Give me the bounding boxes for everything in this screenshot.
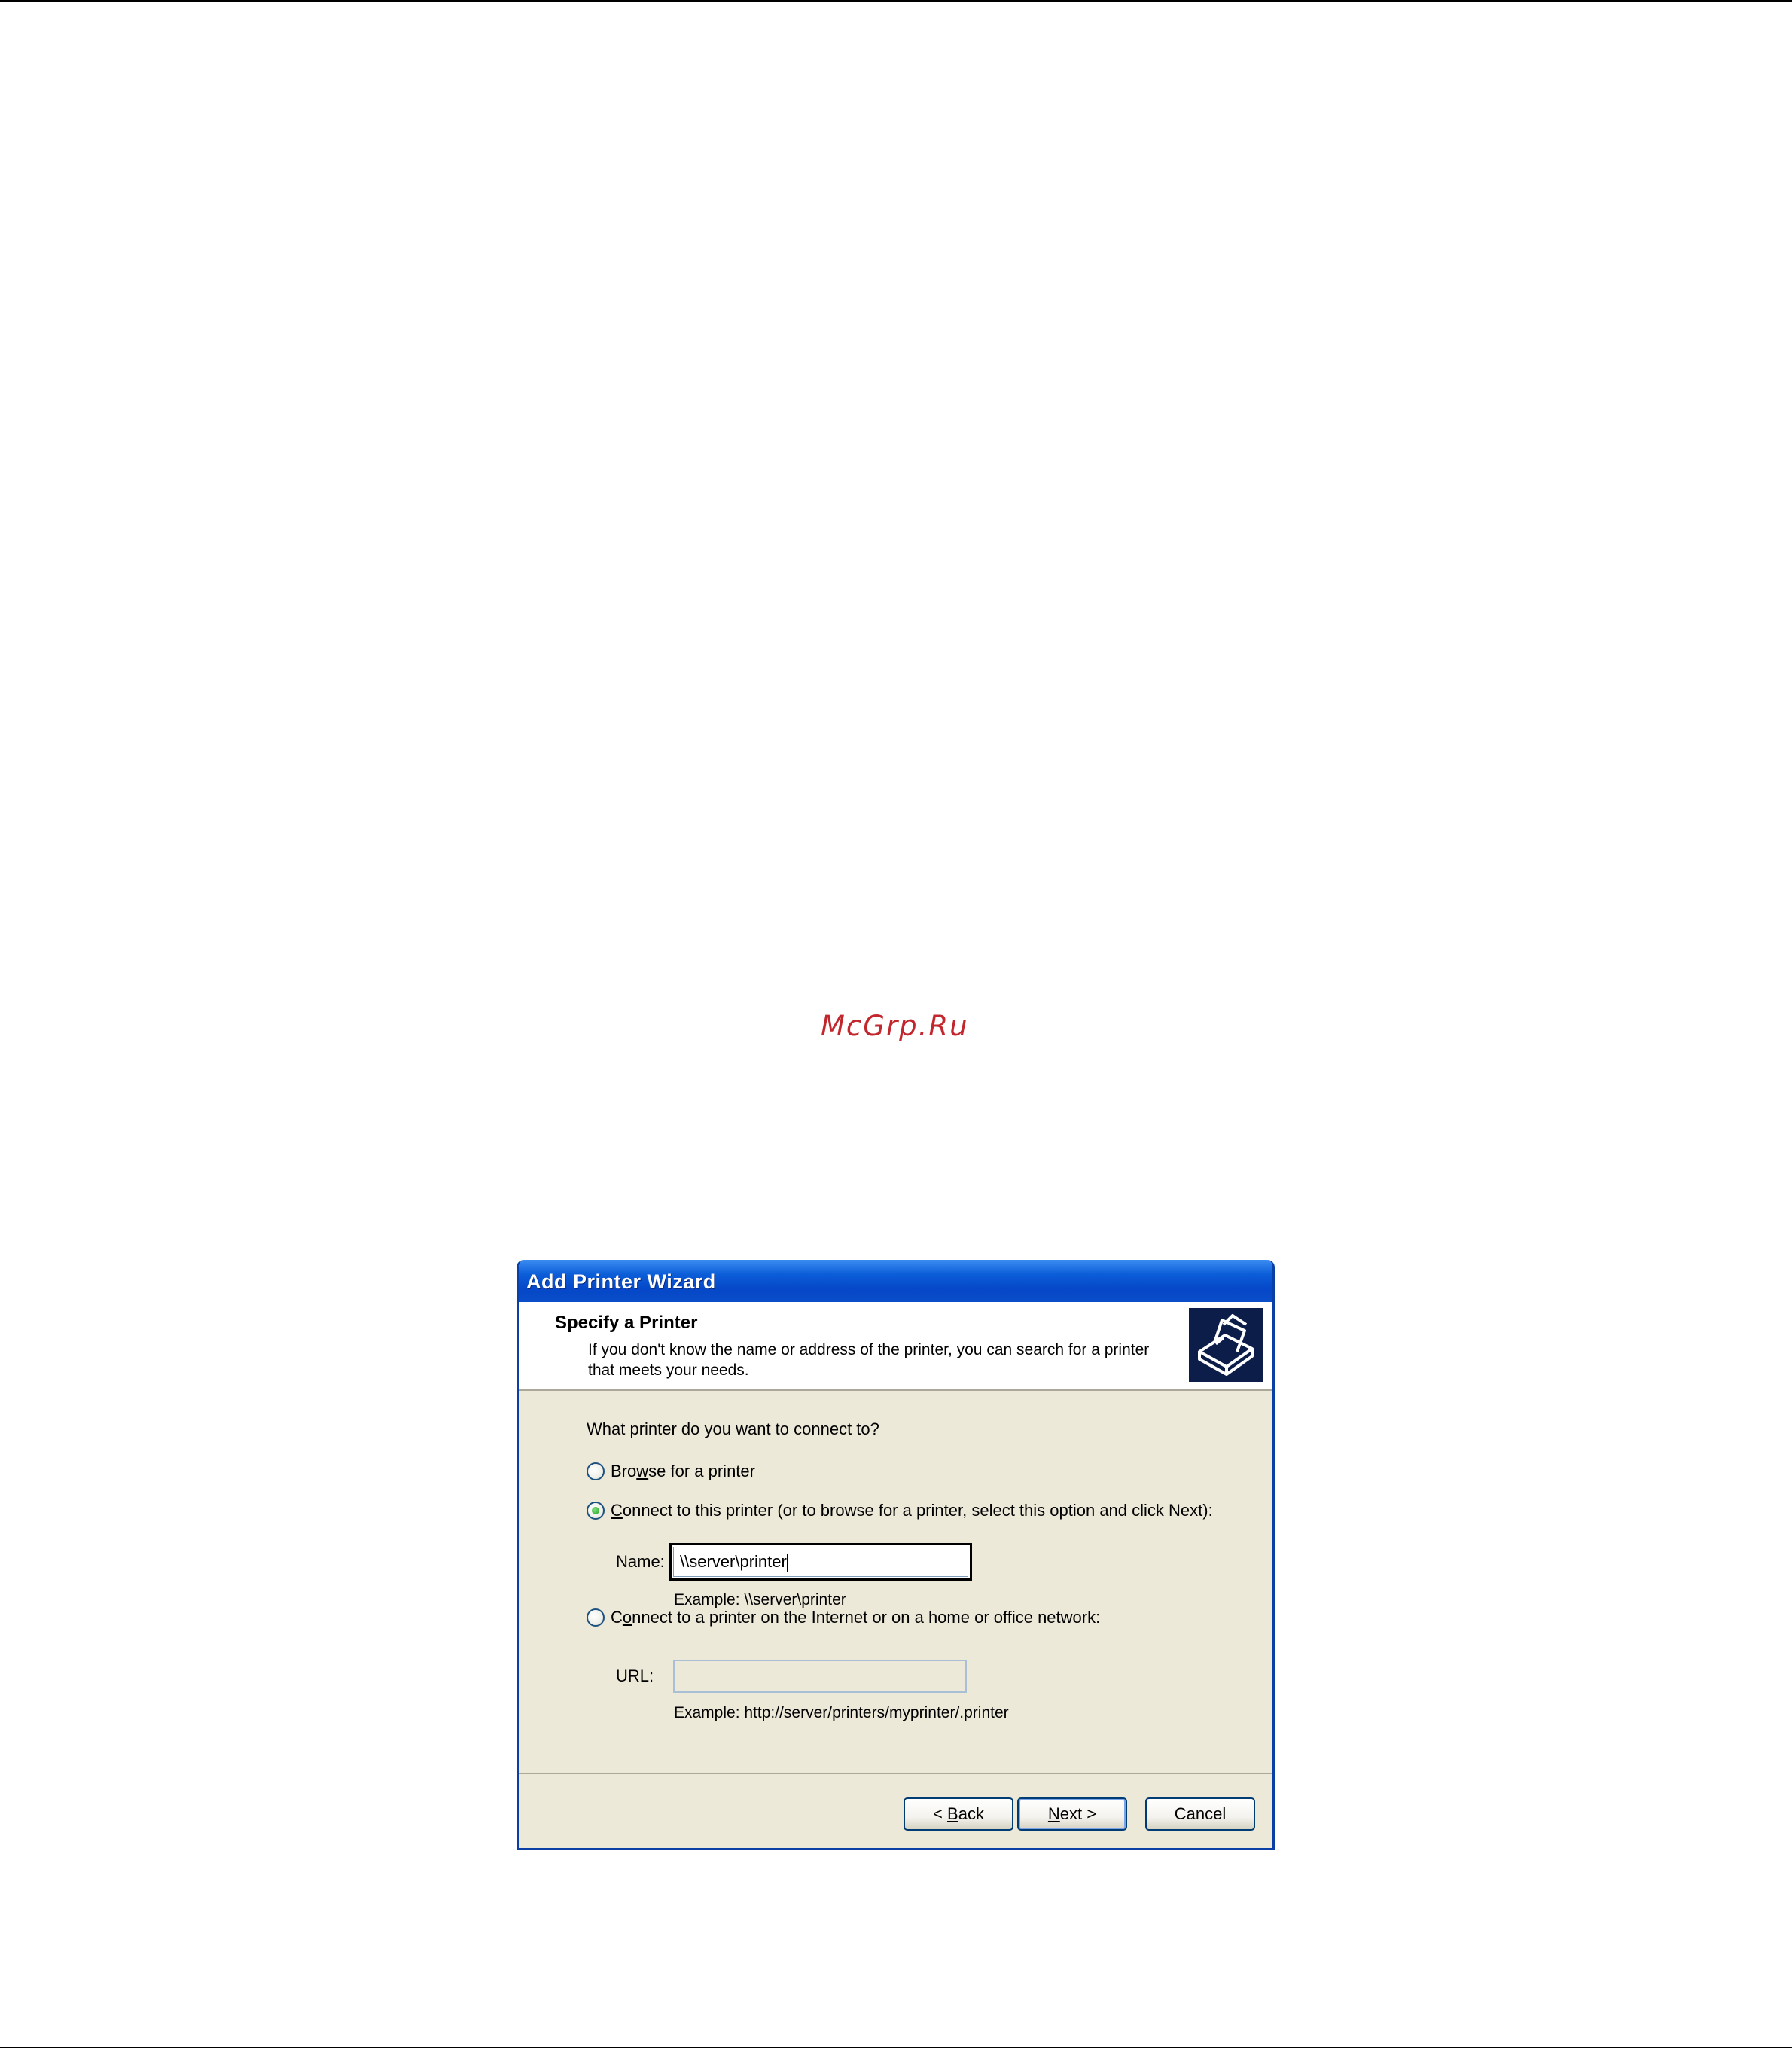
header-description: If you don't know the name or address of… — [588, 1341, 1150, 1379]
printer-icon — [1189, 1308, 1263, 1382]
dialog-title[interactable]: Add Printer Wizard — [519, 1260, 1272, 1302]
internet-option-label: Connect to a printer on the Internet or … — [611, 1608, 1101, 1627]
internet-radio[interactable] — [587, 1608, 605, 1627]
name-label: Name: — [616, 1552, 665, 1571]
browse-printer-option[interactable]: Browse for a printer — [587, 1462, 755, 1481]
wizard-header: Specify a Printer If you don't know the … — [519, 1302, 1272, 1391]
add-printer-wizard-dialog: Add Printer Wizard Specify a Printer If … — [517, 1260, 1275, 1850]
url-example: Example: http://server/printers/myprinte… — [674, 1704, 1009, 1721]
question-label: What printer do you want to connect to? — [587, 1419, 879, 1438]
header-title: Specify a Printer — [555, 1313, 698, 1333]
url-field[interactable] — [673, 1660, 967, 1693]
url-label: URL: — [616, 1666, 654, 1685]
browse-option-label: Browse for a printer — [611, 1462, 755, 1480]
back-button[interactable]: < Back — [904, 1797, 1013, 1831]
button-separator — [519, 1773, 1272, 1776]
name-field[interactable]: \\server\printer — [669, 1543, 972, 1581]
name-example: Example: \\server\printer — [674, 1591, 846, 1608]
connect-printer-option[interactable]: Connect to this printer (or to browse fo… — [587, 1501, 1213, 1520]
bottom-page-rule — [0, 2047, 1792, 2048]
internet-printer-option[interactable]: Connect to a printer on the Internet or … — [587, 1608, 1100, 1627]
browse-radio[interactable] — [587, 1462, 605, 1480]
connect-option-label: Connect to this printer (or to browse fo… — [611, 1501, 1213, 1520]
cancel-button[interactable]: Cancel — [1145, 1797, 1255, 1831]
watermark-text: McGrp.Ru — [821, 1010, 969, 1042]
text-caret — [786, 1554, 788, 1572]
connect-radio[interactable] — [587, 1502, 605, 1520]
top-page-rule — [0, 0, 1792, 2]
wizard-body: What printer do you want to connect to? … — [519, 1391, 1272, 1752]
name-field-value: \\server\printer — [680, 1552, 787, 1571]
next-button[interactable]: Next > — [1017, 1797, 1127, 1831]
